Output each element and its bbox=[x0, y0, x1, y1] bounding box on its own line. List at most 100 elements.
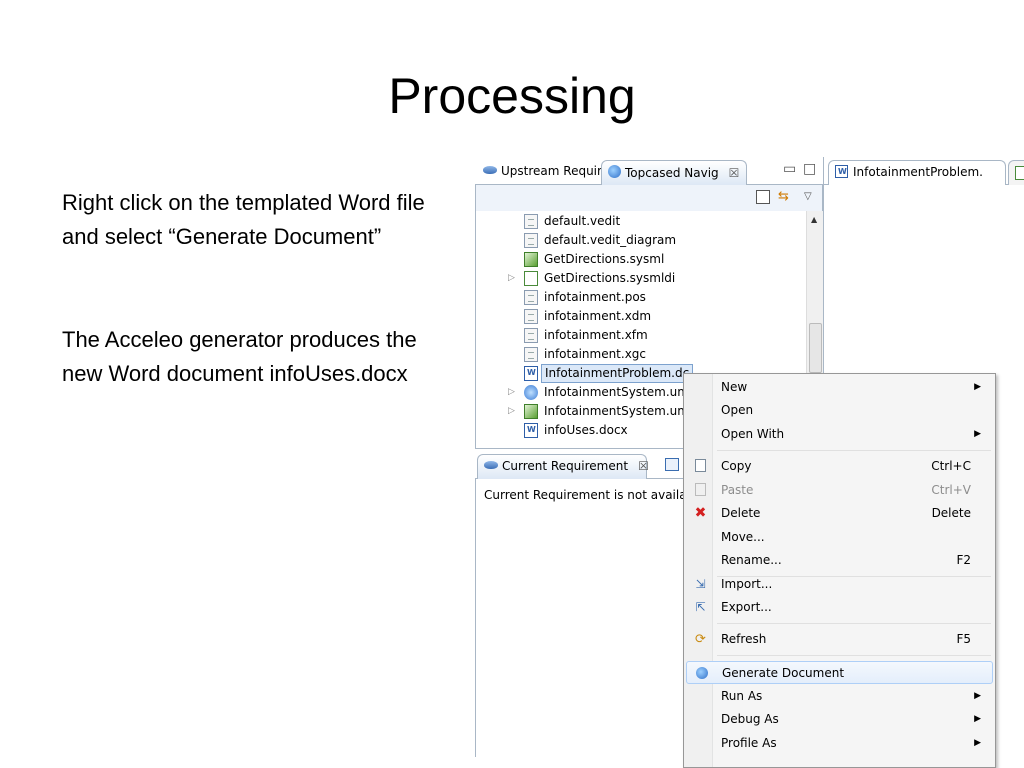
menu-item-label: Export... bbox=[721, 600, 772, 614]
menu-item-generate-document[interactable]: Generate Document bbox=[686, 661, 993, 684]
close-icon[interactable]: ☒ bbox=[729, 166, 740, 180]
tree-item[interactable]: default.vedit_diagram bbox=[476, 231, 806, 250]
menu-item-open[interactable]: Open bbox=[686, 399, 993, 422]
menu-separator bbox=[717, 655, 991, 656]
result-paragraph: The Acceleo generator produces the new W… bbox=[62, 327, 417, 386]
tree-item[interactable]: infotainment.xfm bbox=[476, 326, 806, 345]
submenu-arrow-icon: ▶ bbox=[974, 738, 981, 748]
tree-item[interactable]: infotainment.xgc bbox=[476, 345, 806, 364]
tree-item[interactable]: infotainment.xdm bbox=[476, 307, 806, 326]
menu-item-label: Generate Document bbox=[722, 666, 845, 680]
menu-item-profile-as[interactable]: Profile As ▶ bbox=[686, 732, 993, 755]
minimize-icon[interactable]: ▭ bbox=[783, 161, 796, 177]
menu-item-copy[interactable]: Copy Ctrl+C bbox=[686, 455, 993, 478]
tree-item-label: infotainment.xfm bbox=[544, 328, 648, 342]
expand-arrow-icon[interactable]: ▷ bbox=[508, 402, 515, 421]
menu-item-run-as[interactable]: Run As ▶ bbox=[686, 685, 993, 708]
tab-label: InfotainmentProblem. bbox=[853, 165, 983, 179]
tree-view-icon[interactable] bbox=[665, 458, 679, 471]
editor-tabbar: InfotainmentProblem. bbox=[823, 157, 1024, 185]
menu-item-open-with[interactable]: Open With ▶ bbox=[686, 423, 993, 446]
menu-shortcut: F2 bbox=[956, 553, 971, 567]
menu-item-label: Open With bbox=[721, 427, 785, 441]
tree-item-label: infotainment.xdm bbox=[544, 309, 652, 323]
tab-label: Current Requirement bbox=[502, 459, 629, 473]
menu-item-delete[interactable]: ✖ Delete Delete bbox=[686, 502, 993, 525]
tab-topcased-navigator[interactable]: Topcased Navig ☒ bbox=[601, 160, 747, 185]
menu-item-label: Run As bbox=[721, 689, 763, 703]
file-icon bbox=[524, 290, 538, 305]
menu-item-refresh[interactable]: ⟳ Refresh F5 bbox=[686, 628, 993, 651]
tree-item-label: default.vedit_diagram bbox=[544, 233, 677, 247]
tree-item-label: GetDirections.sysml bbox=[544, 252, 665, 266]
menu-item-label: Profile As bbox=[721, 736, 777, 750]
word-doc-icon bbox=[524, 423, 538, 438]
menu-item-paste[interactable]: Paste Ctrl+V bbox=[686, 479, 993, 502]
menu-item-move[interactable]: Move... bbox=[686, 526, 993, 549]
tab-sysml-diagram[interactable] bbox=[1008, 160, 1024, 185]
tree-item-label: infotainment.xgc bbox=[544, 347, 647, 361]
context-menu: New ▶ Open Open With ▶ Copy Ctrl+C Paste… bbox=[683, 373, 996, 768]
file-icon bbox=[524, 214, 538, 229]
file-icon bbox=[524, 233, 538, 248]
menu-item-label: Delete bbox=[721, 506, 761, 520]
tree-item-label: default.vedit bbox=[544, 214, 621, 228]
menu-item-rename[interactable]: Rename... F2 bbox=[686, 549, 993, 572]
menu-item-label: Rename... bbox=[721, 553, 782, 567]
menu-item-import[interactable]: ⇲ Import... bbox=[686, 573, 993, 596]
maximize-icon[interactable]: □ bbox=[803, 161, 816, 177]
menu-shortcut: Ctrl+C bbox=[931, 459, 971, 473]
menu-item-label: Paste bbox=[721, 483, 754, 497]
view-menu-icon[interactable]: ▽ bbox=[804, 190, 818, 204]
tree-item-label: InfotainmentSystem.um bbox=[544, 385, 689, 399]
file-icon bbox=[524, 347, 538, 362]
slide-title: Processing bbox=[388, 68, 636, 124]
menu-item-new[interactable]: New ▶ bbox=[686, 376, 993, 399]
scrollbar-thumb[interactable] bbox=[809, 323, 822, 373]
uml-model-icon bbox=[524, 385, 538, 400]
menu-item-label: Refresh bbox=[721, 632, 767, 646]
menu-item-debug-as[interactable]: Debug As ▶ bbox=[686, 708, 993, 731]
uml-diagram-icon bbox=[524, 404, 538, 419]
expand-arrow-icon[interactable]: ▷ bbox=[508, 383, 515, 402]
menu-item-label: New bbox=[721, 380, 748, 394]
menu-item-label: Import... bbox=[721, 577, 773, 591]
import-icon: ⇲ bbox=[695, 577, 706, 591]
menu-item-export[interactable]: ⇱ Export... bbox=[686, 596, 993, 619]
scroll-up-icon[interactable]: ▲ bbox=[811, 215, 817, 224]
menu-shortcut: F5 bbox=[956, 632, 971, 646]
refresh-icon: ⟳ bbox=[695, 632, 706, 647]
requirement-eye-icon bbox=[483, 166, 497, 174]
submenu-arrow-icon: ▶ bbox=[974, 382, 981, 392]
sysml-diagram-icon bbox=[1015, 166, 1024, 180]
menu-item-label: Open bbox=[721, 403, 754, 417]
word-doc-icon bbox=[835, 165, 848, 178]
close-icon[interactable]: ☒ bbox=[638, 459, 649, 473]
submenu-arrow-icon: ▶ bbox=[974, 714, 981, 724]
file-icon bbox=[524, 328, 538, 343]
file-icon bbox=[524, 309, 538, 324]
tree-item[interactable]: infotainment.pos bbox=[476, 288, 806, 307]
tree-item-label: infotainment.pos bbox=[544, 290, 646, 304]
navigator-toolbar: ⇆ ▽ bbox=[475, 185, 823, 211]
menu-item-label: Debug As bbox=[721, 712, 779, 726]
tab-label: Upstream Requir bbox=[501, 164, 602, 178]
sysml-diagram-icon bbox=[524, 271, 538, 286]
link-editor-icon[interactable]: ⇆ bbox=[778, 190, 792, 204]
menu-shortcut: Ctrl+V bbox=[931, 483, 971, 497]
tab-infotainment-problem[interactable]: InfotainmentProblem. bbox=[828, 160, 1006, 185]
expand-arrow-icon[interactable]: ▷ bbox=[508, 269, 515, 288]
tab-current-requirement[interactable]: Current Requirement ☒ bbox=[477, 454, 649, 479]
tab-upstream-requirements[interactable]: Upstream Requir bbox=[477, 160, 608, 185]
menu-item-label: Copy bbox=[721, 459, 752, 473]
navigator-tabbar: Upstream Requir Topcased Navig ☒ ▭ □ bbox=[475, 157, 823, 185]
menu-shortcut: Delete bbox=[931, 506, 971, 520]
collapse-all-icon[interactable] bbox=[756, 190, 770, 204]
generate-document-icon bbox=[696, 667, 708, 679]
sysml-model-icon bbox=[524, 252, 538, 267]
tree-item[interactable]: default.vedit bbox=[476, 212, 806, 231]
tree-item-label: InfotainmentProblem.dc bbox=[541, 364, 694, 383]
tree-item[interactable]: ▷ GetDirections.sysmldi bbox=[476, 269, 806, 288]
submenu-arrow-icon: ▶ bbox=[974, 429, 981, 439]
tree-item[interactable]: GetDirections.sysml bbox=[476, 250, 806, 269]
